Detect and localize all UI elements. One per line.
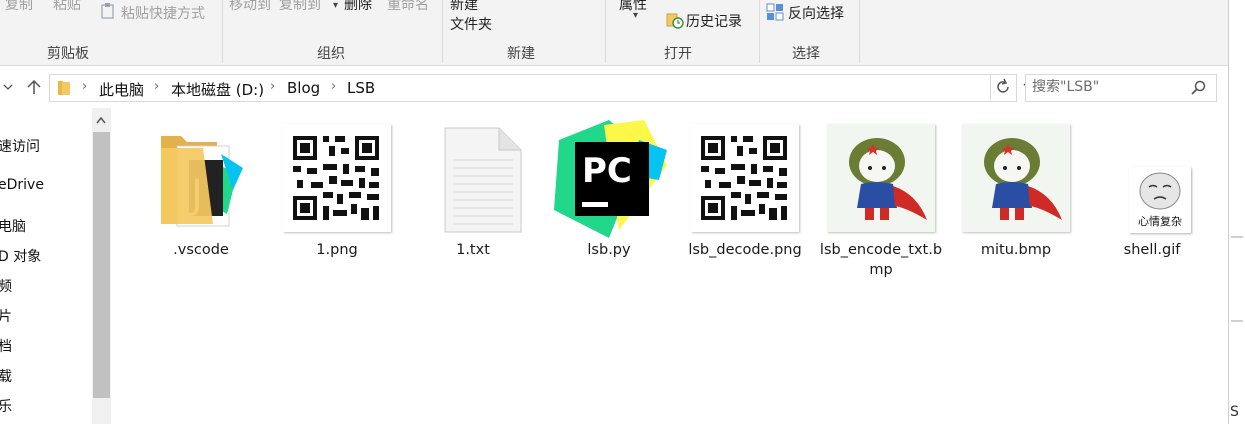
sidebar-item-onedrive[interactable]: eDrive xyxy=(0,177,44,193)
recent-locations-chevron-icon[interactable] xyxy=(3,79,13,95)
move-to-button[interactable]: 移动到 xyxy=(229,0,271,14)
file-name: 1.txt xyxy=(456,242,490,258)
sidebar-item-this-pc[interactable]: 电脑 xyxy=(0,216,26,236)
search-input[interactable] xyxy=(1032,78,1182,96)
group-divider xyxy=(859,0,860,63)
sidebar-item-downloads[interactable]: 载 xyxy=(0,366,12,386)
copy-to-button[interactable]: 复制到 xyxy=(279,0,321,14)
file-name: lsb_decode.png xyxy=(688,242,802,258)
paste-button[interactable]: 粘贴 xyxy=(53,0,81,14)
file-item-shell-gif[interactable]: 心情复杂 shell.gif xyxy=(1087,124,1217,264)
file-item-vscode[interactable]: J .vscode xyxy=(136,124,266,264)
qr-code-thumbnail xyxy=(283,124,391,234)
file-item-lsb-py[interactable]: PC lsb.py xyxy=(544,120,674,264)
file-item-mitu-bmp[interactable]: mitu.bmp xyxy=(951,124,1081,264)
mitu-thumbnail xyxy=(827,124,935,234)
history-icon xyxy=(666,11,684,33)
meme-thumbnail: 心情复杂 xyxy=(1098,124,1206,234)
chevron-right-icon[interactable]: › xyxy=(82,79,87,94)
group-divider xyxy=(222,0,223,63)
dropdown-icon: ▾ xyxy=(633,10,639,21)
paste-shortcut-button[interactable]: 粘贴快捷方式 xyxy=(121,3,205,23)
delete-button[interactable]: 删除 xyxy=(344,0,372,14)
file-name: lsb.py xyxy=(587,242,631,258)
organize-group-label: 组织 xyxy=(317,46,345,62)
ribbon: 复制 粘贴 粘贴快捷方式 剪贴板 移动到 复制到 ▾ 删除 重命名 组织 新建 … xyxy=(0,0,1228,66)
rename-button[interactable]: 重命名 xyxy=(387,0,429,14)
open-group-label: 打开 xyxy=(664,46,692,62)
select-group-label: 选择 xyxy=(792,46,820,62)
sidebar-item-3d-objects[interactable]: D 对象 xyxy=(0,246,41,266)
address-bar[interactable]: › 此电脑 › 本地磁盘 (D:) › Blog › LSB xyxy=(49,74,1035,102)
sidebar-item-pictures[interactable]: 片 xyxy=(0,306,12,326)
file-item-1-txt[interactable]: 1.txt xyxy=(408,124,538,264)
group-divider xyxy=(442,0,443,63)
file-name: mitu.bmp xyxy=(980,242,1052,258)
dropdown-icon: ▾ xyxy=(333,0,339,11)
paste-shortcut-icon xyxy=(100,2,116,24)
invert-selection-icon xyxy=(766,3,784,25)
meme-caption: 心情复杂 xyxy=(1138,214,1182,228)
folder-icon xyxy=(57,80,71,100)
chevron-right-icon[interactable]: › xyxy=(270,79,275,94)
pycharm-logo-text: PC xyxy=(582,151,632,191)
file-name: 1.png xyxy=(316,242,358,258)
scroll-up-arrow-icon[interactable] xyxy=(96,114,106,127)
navigation-pane-scrollbar[interactable] xyxy=(92,108,111,424)
text-file-icon xyxy=(419,124,527,234)
scrollbar-thumb[interactable] xyxy=(93,132,110,398)
file-list-pane: J .vscode xyxy=(111,108,1228,424)
group-divider xyxy=(605,0,606,63)
status-corner-text: S xyxy=(1230,404,1239,420)
group-divider xyxy=(759,0,760,63)
copy-button[interactable]: 复制 xyxy=(5,0,33,14)
file-item-lsb-encode-txt-bmp[interactable]: lsb_encode_txt.bmp xyxy=(816,124,946,294)
chevron-right-icon[interactable]: › xyxy=(331,79,336,94)
navigation-pane: 速访问 eDrive 电脑 D 对象 频 片 档 载 乐 xyxy=(0,108,92,424)
sidebar-item-quick-access[interactable]: 速访问 xyxy=(0,136,40,156)
clipboard-group-label: 剪贴板 xyxy=(47,46,89,62)
breadcrumb-drive-d[interactable]: 本地磁盘 (D:) xyxy=(171,79,264,100)
sidebar-item-videos[interactable]: 频 xyxy=(0,276,12,296)
file-name: .vscode xyxy=(173,242,229,258)
pycharm-icon: PC xyxy=(554,120,667,238)
invert-selection-button[interactable]: 反向选择 xyxy=(788,3,844,23)
window-edge xyxy=(1228,0,1245,424)
file-item-lsb-decode-png[interactable]: lsb_decode.png xyxy=(680,124,810,294)
file-item-1-png[interactable]: 1.png xyxy=(272,124,402,264)
refresh-icon xyxy=(994,78,1012,100)
sidebar-item-documents[interactable]: 档 xyxy=(0,336,12,356)
new-group-label: 新建 xyxy=(507,46,535,62)
new-folder-label-1[interactable]: 新建 xyxy=(450,0,478,14)
sidebar-item-music[interactable]: 乐 xyxy=(0,396,12,416)
file-name: lsb_encode_txt.bmp xyxy=(819,242,943,278)
breadcrumb-lsb[interactable]: LSB xyxy=(347,79,375,97)
mitu-thumbnail xyxy=(962,124,1070,234)
new-folder-button[interactable]: 文件夹 xyxy=(450,14,492,34)
breadcrumb-this-pc[interactable]: 此电脑 xyxy=(99,79,144,100)
folder-icon: J xyxy=(147,124,255,234)
qr-code-thumbnail xyxy=(691,124,799,234)
chevron-right-icon[interactable]: › xyxy=(154,79,159,94)
history-button[interactable]: 历史记录 xyxy=(686,11,742,31)
refresh-button[interactable] xyxy=(990,74,1015,100)
up-arrow-icon[interactable] xyxy=(27,79,41,99)
search-box[interactable] xyxy=(1025,74,1217,102)
search-icon[interactable] xyxy=(1191,80,1207,100)
breadcrumb-blog[interactable]: Blog xyxy=(287,79,320,97)
file-name: shell.gif xyxy=(1123,242,1181,258)
